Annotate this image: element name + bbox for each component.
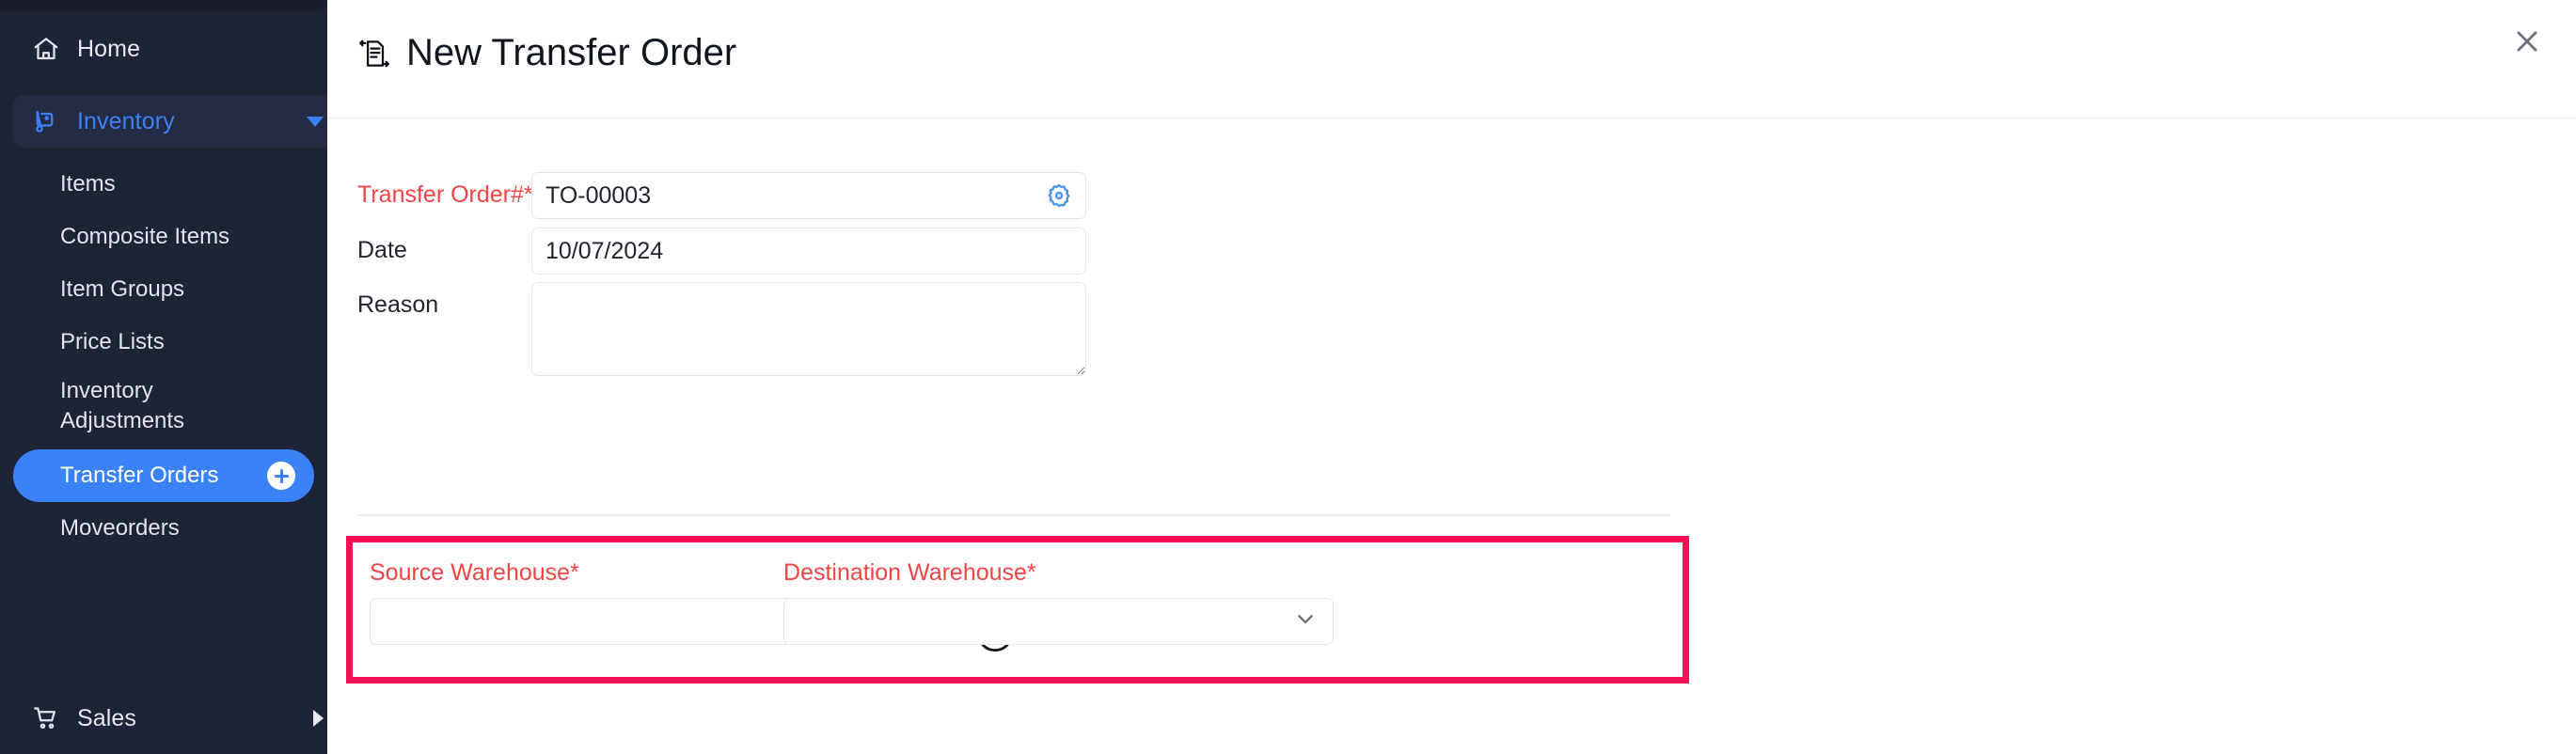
- dolly-icon: [30, 105, 62, 137]
- date-input[interactable]: [531, 228, 1086, 275]
- sidebar-item-moveorders[interactable]: Moveorders: [13, 502, 314, 555]
- gear-icon[interactable]: [1045, 181, 1073, 210]
- home-icon: [30, 33, 62, 65]
- field-reason: Reason: [357, 282, 1086, 376]
- destination-warehouse-select[interactable]: [783, 598, 1334, 645]
- field-date: Date: [357, 228, 1086, 275]
- chevron-down-icon: [307, 116, 324, 127]
- page-header: New Transfer Order: [327, 0, 2576, 118]
- sidebar-item-sales[interactable]: Sales: [13, 692, 327, 745]
- sidebar-submenu-inventory: Items Composite Items Item Groups Price …: [0, 158, 327, 555]
- main-panel: New Transfer Order Transfer Order#* TO-0…: [327, 0, 2576, 754]
- destination-warehouse-group: Destination Warehouse*: [783, 559, 1334, 645]
- chevron-down-icon: [1293, 607, 1318, 636]
- reason-textarea[interactable]: [531, 282, 1086, 376]
- sidebar-item-moveorders-label: Moveorders: [60, 515, 180, 541]
- warehouse-section-highlight: Source Warehouse* Destination Warehouse*: [346, 536, 1689, 683]
- page-title: New Transfer Order: [357, 32, 736, 74]
- app-root: Home Inventory Items Composite Items Ite…: [0, 0, 2576, 754]
- sidebar-item-item-groups[interactable]: Item Groups: [13, 263, 314, 316]
- sidebar-item-composite-items-label: Composite Items: [60, 224, 230, 249]
- sidebar-item-price-lists-label: Price Lists: [60, 329, 165, 354]
- sidebar-top-strip: [0, 0, 327, 11]
- destination-warehouse-label: Destination Warehouse*: [783, 559, 1036, 586]
- chevron-right-icon: [313, 710, 324, 727]
- field-transfer-order-number: Transfer Order#*: [357, 172, 1086, 219]
- date-input-wrap: [531, 228, 1086, 275]
- sidebar-item-items[interactable]: Items: [13, 158, 314, 211]
- transfer-order-number-label: Transfer Order#*: [357, 181, 533, 208]
- add-icon[interactable]: [267, 462, 295, 490]
- sidebar-item-inventory-adjustments-label: Inventory Adjustments: [60, 378, 185, 433]
- sidebar-item-price-lists[interactable]: Price Lists: [13, 316, 314, 369]
- sidebar-item-home[interactable]: Home: [13, 23, 327, 75]
- sidebar-item-home-label: Home: [77, 35, 141, 62]
- sidebar-item-transfer-orders[interactable]: Transfer Orders: [13, 449, 314, 502]
- sidebar-item-inventory-adjustments[interactable]: Inventory Adjustments: [13, 369, 314, 449]
- page-title-text: New Transfer Order: [406, 32, 737, 73]
- sidebar: Home Inventory Items Composite Items Ite…: [0, 0, 327, 754]
- transfer-order-number-input[interactable]: [531, 172, 1086, 219]
- sidebar-item-transfer-orders-label: Transfer Orders: [60, 463, 219, 488]
- transfer-order-number-input-wrap: [531, 172, 1086, 219]
- section-divider: [357, 514, 1670, 516]
- reason-label: Reason: [357, 291, 439, 318]
- sidebar-item-inventory[interactable]: Inventory: [13, 95, 327, 148]
- shopping-cart-icon: [30, 702, 62, 734]
- close-icon[interactable]: [2499, 13, 2555, 70]
- sidebar-item-item-groups-label: Item Groups: [60, 276, 185, 302]
- sidebar-item-composite-items[interactable]: Composite Items: [13, 211, 314, 263]
- transfer-document-icon: [357, 37, 391, 71]
- sidebar-item-sales-label: Sales: [77, 704, 137, 731]
- sidebar-item-inventory-label: Inventory: [77, 107, 175, 134]
- date-label: Date: [357, 237, 407, 263]
- sidebar-item-items-label: Items: [60, 171, 116, 196]
